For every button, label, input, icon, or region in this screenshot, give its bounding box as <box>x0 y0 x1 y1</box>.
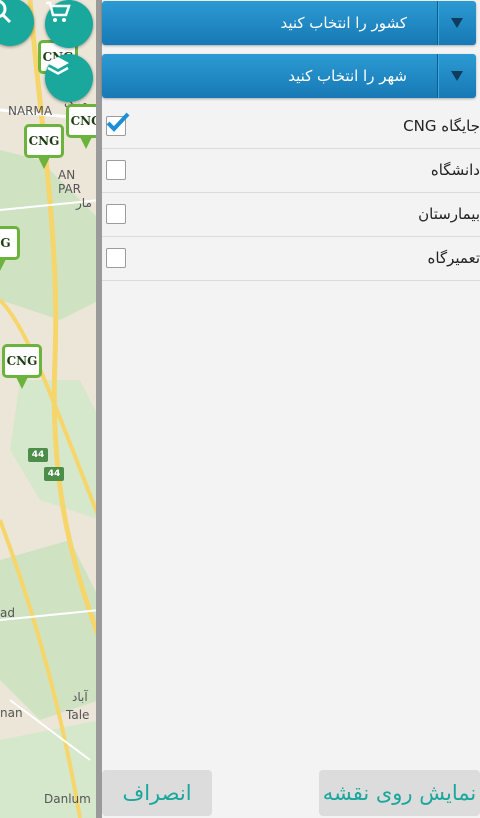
marker-label: CNG <box>2 344 42 378</box>
layers-button[interactable] <box>45 54 93 102</box>
category-checkbox[interactable] <box>106 160 126 180</box>
map-label: Danlum <box>44 792 91 806</box>
cng-map-marker[interactable]: NG <box>0 226 24 271</box>
cancel-button[interactable]: انصراف <box>102 770 212 816</box>
category-label: دانشگاه <box>430 161 480 179</box>
map-view[interactable]: NARMA مرک AN PAR مار ad nan آباد Tale Da… <box>0 0 100 818</box>
map-label: ad <box>0 606 15 620</box>
marker-label: CNG <box>66 104 100 138</box>
category-checkbox[interactable] <box>106 112 130 136</box>
city-dropdown[interactable]: شهر را انتخاب کنید <box>102 54 476 98</box>
category-row-hospital[interactable]: بیمارستان <box>102 193 480 237</box>
highway-shield: 44 <box>28 448 48 462</box>
marker-label: NG <box>0 226 20 260</box>
highway-shield: 44 <box>44 467 64 481</box>
filter-panel: کشور را انتخاب کنید شهر را انتخاب کنید ج… <box>102 0 480 818</box>
map-label: NARMA <box>8 104 53 118</box>
cng-map-marker[interactable]: CNG <box>24 124 68 169</box>
category-checkbox[interactable] <box>106 204 126 224</box>
map-label: آباد <box>72 690 88 704</box>
map-label: nan <box>0 706 23 720</box>
cng-map-marker[interactable]: CNG <box>66 104 100 149</box>
map-label: مار <box>76 196 92 210</box>
show-on-map-button[interactable]: نمایش روی نقشه <box>319 770 480 816</box>
country-dropdown-label: کشور را انتخاب کنید <box>280 14 407 32</box>
map-label: AN PAR <box>58 168 82 196</box>
category-checkbox[interactable] <box>106 248 126 268</box>
category-label: جایگاه CNG <box>403 117 480 135</box>
dropdown-arrow-icon <box>438 71 476 81</box>
checkmark-icon <box>106 112 130 132</box>
dropdown-arrow-icon <box>438 18 476 28</box>
country-dropdown[interactable]: کشور را انتخاب کنید <box>102 1 476 45</box>
map-label: Tale <box>66 708 90 722</box>
category-label: بیمارستان <box>418 205 480 223</box>
cart-button[interactable] <box>45 0 93 48</box>
marker-label: CNG <box>24 124 64 158</box>
category-row-cng[interactable]: جایگاه CNG <box>102 105 480 149</box>
city-dropdown-label: شهر را انتخاب کنید <box>288 67 407 85</box>
category-label: تعمیرگاه <box>427 249 480 267</box>
category-row-university[interactable]: دانشگاه <box>102 149 480 193</box>
category-row-repair-shop[interactable]: تعمیرگاه <box>102 237 480 281</box>
cng-map-marker[interactable]: CNG <box>2 344 46 389</box>
